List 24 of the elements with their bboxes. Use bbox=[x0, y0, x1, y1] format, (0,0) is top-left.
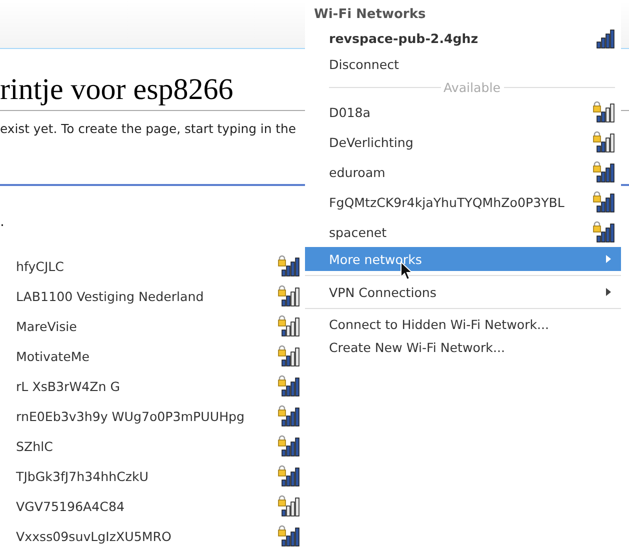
network-item[interactable]: Vxxss09suvLgIzXU5MRO bbox=[0, 521, 305, 551]
network-item[interactable]: VGV75196A4C84 bbox=[0, 491, 305, 521]
network-item[interactable]: DeVerlichting bbox=[305, 127, 621, 157]
submenu-arrow-icon bbox=[606, 288, 611, 296]
menu-action[interactable]: Connect to Hidden Wi-Fi Network... bbox=[305, 313, 621, 336]
submenu-arrow-icon bbox=[606, 255, 611, 263]
page-notice: exist yet. To create the page, start typing in the bbox=[0, 121, 297, 136]
network-item[interactable]: spacenet bbox=[305, 217, 621, 247]
network-item[interactable]: LAB1100 Vestiging Nederland bbox=[0, 281, 305, 311]
submenu-item[interactable]: VPN Connections bbox=[305, 280, 621, 304]
network-item[interactable]: hfyCJLC bbox=[0, 251, 305, 281]
menu-action[interactable]: Create New Wi-Fi Network... bbox=[305, 336, 621, 359]
network-item[interactable]: SZhlC bbox=[0, 431, 305, 461]
section-label: Available bbox=[444, 80, 501, 94]
network-item[interactable]: TJbGk3fJ7h34hhCzkU bbox=[0, 461, 305, 491]
network-item[interactable]: MotivateMe bbox=[0, 341, 305, 371]
network-item[interactable]: FgQMtzCK9r4kjaYhuTYQMhZo0P3YBL bbox=[305, 187, 621, 217]
page-text: . bbox=[0, 214, 6, 230]
connected-network-item[interactable]: revspace-pub-2.4ghz bbox=[305, 25, 621, 51]
network-item[interactable]: MareVisie bbox=[0, 311, 305, 341]
menu-title: Wi-Fi Networks bbox=[313, 7, 427, 24]
network-item[interactable]: rnE0Eb3v3h9y WUg7o0P3mPUUHpg bbox=[0, 401, 305, 431]
network-item[interactable]: eduroam bbox=[305, 157, 621, 187]
network-item[interactable]: rL XsB3rW4Zn G bbox=[0, 371, 305, 401]
